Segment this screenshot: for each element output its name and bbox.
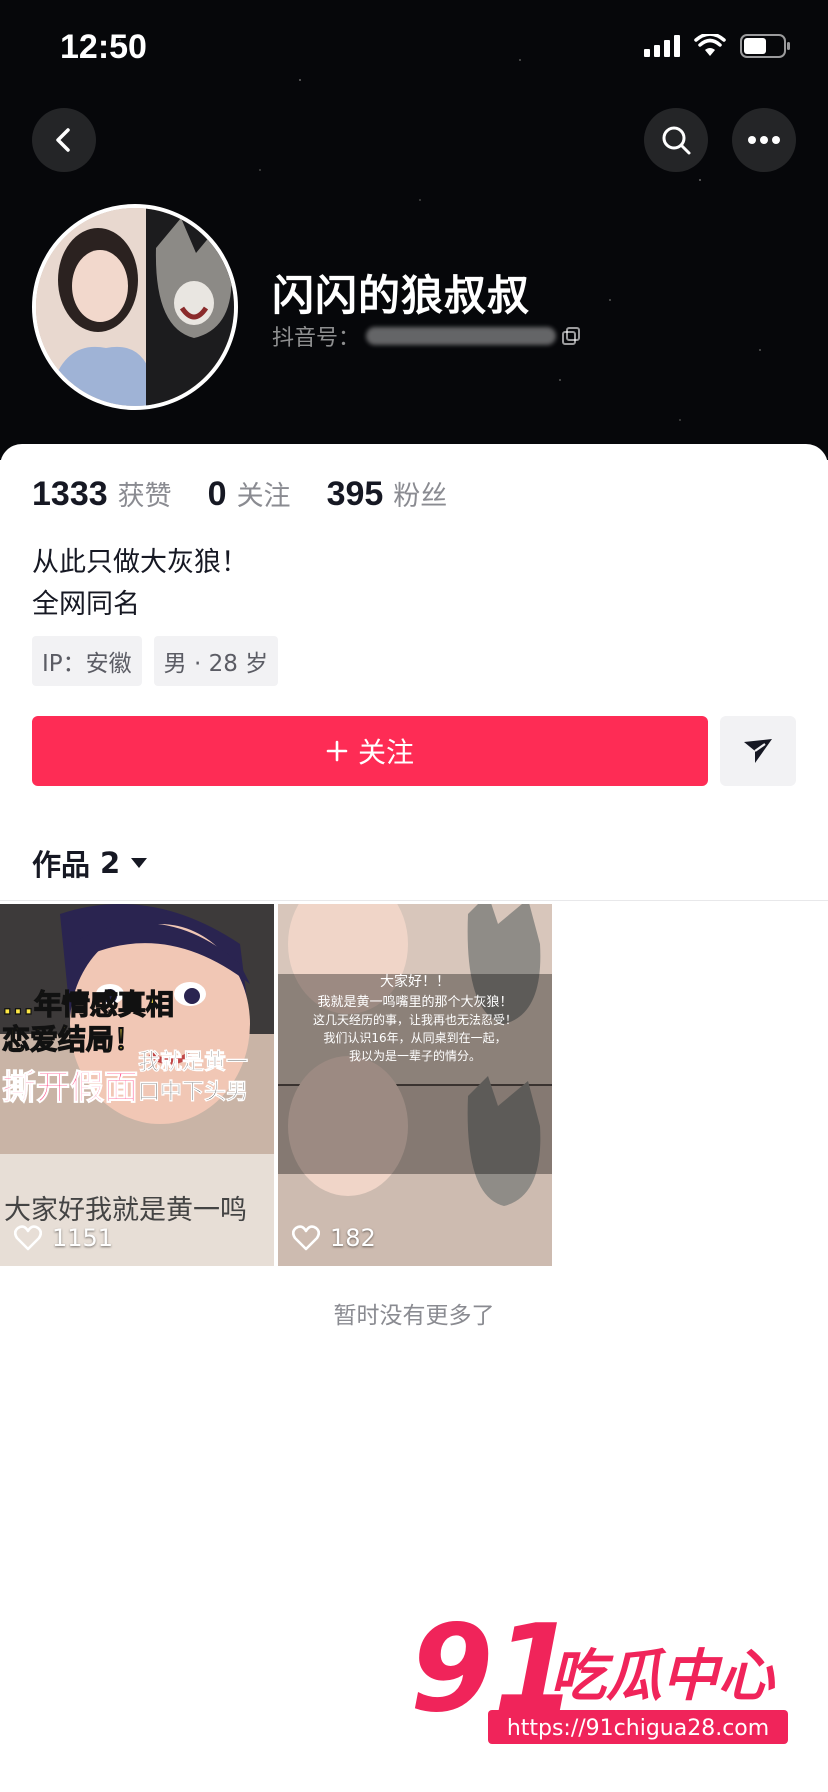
thumbnail-caption: 这几天经历的事，让我再也无法忍受！	[313, 1012, 517, 1027]
like-count: 182	[330, 1224, 376, 1252]
copy-icon[interactable]	[562, 327, 581, 345]
heart-icon	[14, 1225, 42, 1251]
caret-down-icon	[131, 858, 148, 868]
follow-button[interactable]: 关注	[32, 716, 708, 786]
no-more-content: 暂时没有更多了	[333, 1303, 495, 1329]
status-bar: 12:50	[0, 0, 828, 100]
stat-value: 395	[326, 475, 384, 513]
works-tab-label: 作品	[32, 848, 91, 882]
more-button[interactable]	[732, 108, 796, 172]
thumbnail-caption: 大家好我就是黄一鸣	[4, 1195, 247, 1226]
video-thumbnail-image: 大家好！！ 我就是黄一鸣嘴里的那个大灰狼！ 这几天经历的事，让我再也无法忍受！ …	[278, 904, 552, 1266]
like-count-row: 1151	[14, 1224, 113, 1252]
watermark-logo: 91 吃瓜中心 https://91chigua28.com	[410, 1600, 788, 1744]
thumbnail-caption: 口中下头男	[138, 1080, 248, 1105]
battery-icon	[740, 34, 790, 58]
douyin-id: 抖音号：	[272, 320, 581, 352]
like-count: 1151	[52, 1224, 114, 1252]
ip-location-tag: IP：安徽	[32, 636, 142, 686]
avatar-image	[36, 208, 234, 406]
heart-icon	[292, 1225, 320, 1251]
thumbnail-caption: 我就是黄一鸣嘴里的那个大灰狼！	[317, 994, 512, 1010]
video-thumbnail[interactable]: 大家好！！ 我就是黄一鸣嘴里的那个大灰狼！ 这几天经历的事，让我再也无法忍受！ …	[278, 904, 552, 1266]
stat-label: 获赞	[117, 481, 172, 512]
status-time: 12:50	[60, 28, 147, 66]
douyin-id-value-redacted	[366, 327, 557, 345]
search-icon	[662, 126, 691, 155]
bio-line: 全网同名	[32, 589, 140, 620]
wifi-icon	[694, 34, 726, 56]
stat-label: 关注	[236, 481, 291, 512]
watermark-text: 吃瓜中心	[550, 1644, 776, 1709]
bio-line: 从此只做大灰狼！	[32, 547, 248, 578]
stat-followers[interactable]: 395 粉丝	[327, 474, 448, 514]
stat-value: 0	[207, 475, 227, 513]
thumbnail-caption: 撕开假面	[2, 1068, 138, 1108]
status-icons	[644, 34, 792, 58]
stat-value: 1333	[32, 475, 108, 513]
search-button[interactable]	[644, 108, 708, 172]
stat-following[interactable]: 0 关注	[208, 474, 291, 514]
video-thumbnail-image: ...年情感真相 恋爱结局！ 撕开假面 我就是黄一 口中下头男 大家好我就是黄一…	[0, 904, 274, 1266]
watermark-url: https://91chigua28.com	[507, 1716, 769, 1741]
back-icon	[56, 128, 70, 152]
share-icon	[744, 739, 772, 763]
thumbnail-caption: 我以为是一辈子的情分。	[349, 1048, 481, 1063]
share-button[interactable]	[720, 716, 796, 786]
works-count: 2	[100, 846, 121, 880]
thumbnail-caption: 大家好！！	[380, 973, 450, 990]
follow-label: 关注	[357, 736, 414, 769]
avatar[interactable]	[32, 204, 238, 410]
stat-likes[interactable]: 1333 获赞	[32, 474, 172, 514]
stats-row: 1333 获赞 0 关注 395 粉丝	[32, 474, 447, 514]
stat-label: 粉丝	[393, 481, 448, 512]
video-thumbnail[interactable]: ...年情感真相 恋爱结局！ 撕开假面 我就是黄一 口中下头男 大家好我就是黄一…	[0, 904, 274, 1266]
thumbnail-caption: 我就是黄一	[138, 1049, 248, 1075]
thumbnail-caption: 恋爱结局！	[2, 1023, 142, 1056]
thumbnail-caption: 我们认识16年，从同桌到在一起，	[323, 1030, 506, 1045]
tab-works[interactable]: 作品 2	[32, 842, 148, 884]
nickname: 闪闪的狼叔叔	[272, 271, 531, 320]
bio: 从此只做大灰狼！ 全网同名	[32, 542, 248, 626]
plus-icon	[326, 740, 348, 762]
douyin-id-label: 抖音号：	[272, 326, 361, 351]
back-button[interactable]	[32, 108, 96, 172]
profile-tags: IP：安徽 男 · 28 岁	[32, 636, 279, 686]
tab-divider	[0, 900, 828, 901]
more-icon	[748, 136, 780, 144]
gender-age-tag: 男 · 28 岁	[153, 636, 279, 686]
like-count-row: 182	[292, 1224, 376, 1252]
cellular-signal-icon	[644, 35, 680, 57]
thumbnail-caption: ...年情感真相	[2, 988, 174, 1021]
